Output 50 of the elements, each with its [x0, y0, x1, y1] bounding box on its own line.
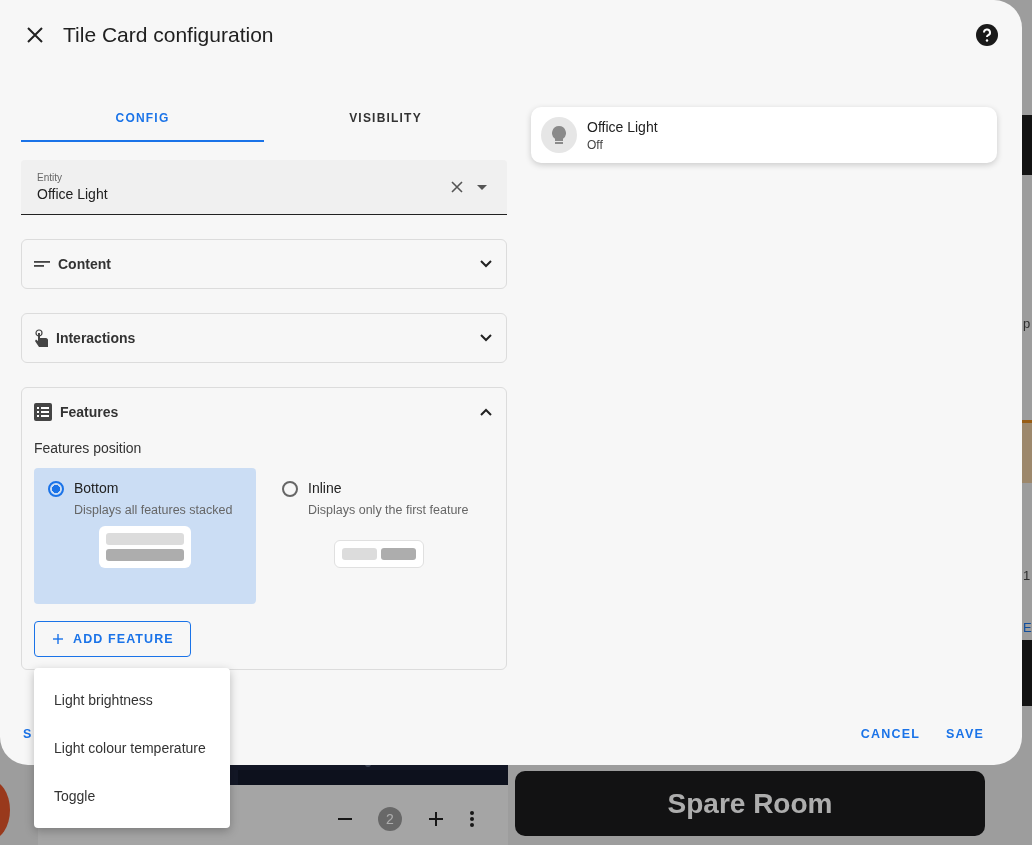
dropdown-caret-icon[interactable] — [477, 184, 487, 190]
menu-item[interactable]: Light brightness — [34, 676, 230, 724]
field-value: Office Light — [37, 186, 109, 202]
dialog-button[interactable]: CANCEL — [852, 721, 929, 747]
tap-hand-icon — [34, 329, 48, 347]
clear-icon[interactable] — [451, 181, 463, 193]
entity-name: Office Light — [587, 118, 658, 135]
dashboard-tile — [1022, 640, 1032, 706]
tab[interactable]: CONFIG — [21, 95, 264, 142]
dialog-button[interactable]: SAVE — [938, 721, 992, 747]
tab[interactable]: VISIBILITY — [264, 95, 507, 142]
edge-text: 1 — [1023, 568, 1031, 583]
panel-header[interactable]: Content — [22, 240, 506, 288]
menu-item[interactable]: Light colour temperature — [34, 724, 230, 772]
dashboard-tile — [1022, 115, 1032, 175]
edge-text: p — [1023, 316, 1031, 331]
entity-field[interactable]: Entity Office Light — [21, 160, 507, 215]
counter: 2 — [378, 807, 402, 831]
option-label: Inline — [308, 480, 343, 496]
minus-icon — [338, 818, 352, 820]
chevron-down-icon — [480, 334, 492, 342]
close-icon[interactable] — [27, 27, 43, 43]
add-feature-button[interactable]: ADD FEATURE — [34, 621, 191, 657]
entity-state: Off — [587, 137, 604, 152]
list-icon — [34, 403, 52, 421]
field-label: Entity — [37, 172, 63, 183]
edge-text: E — [1023, 620, 1032, 635]
menu-item[interactable]: Toggle — [34, 772, 230, 820]
text-lines-icon — [34, 261, 50, 267]
footer-button[interactable]: S — [22, 721, 34, 747]
room-title: Spare Room — [667, 787, 833, 820]
dialog-title: Tile Card configuration — [63, 23, 275, 47]
help-icon[interactable] — [976, 24, 998, 46]
option-description: Displays only the first feature — [308, 502, 469, 518]
plus-icon — [53, 634, 63, 644]
option-label: Bottom — [74, 480, 120, 496]
chevron-up-icon — [480, 408, 492, 416]
plus-icon — [428, 811, 444, 827]
radio-button[interactable] — [282, 481, 298, 497]
position-option[interactable]: Bottom Displays all features stacked — [34, 468, 256, 604]
more-icon — [470, 811, 474, 827]
radio-button[interactable] — [48, 481, 64, 497]
panel-header[interactable]: Features — [22, 388, 506, 436]
bulb-icon — [541, 117, 577, 153]
option-description: Displays all features stacked — [74, 502, 233, 518]
position-option[interactable]: Inline Displays only the first feature — [268, 468, 490, 604]
section-label: Features position — [34, 440, 143, 456]
panel-header[interactable]: Interactions — [22, 314, 506, 362]
chevron-down-icon — [480, 260, 492, 268]
chart-drawing — [1022, 420, 1032, 483]
